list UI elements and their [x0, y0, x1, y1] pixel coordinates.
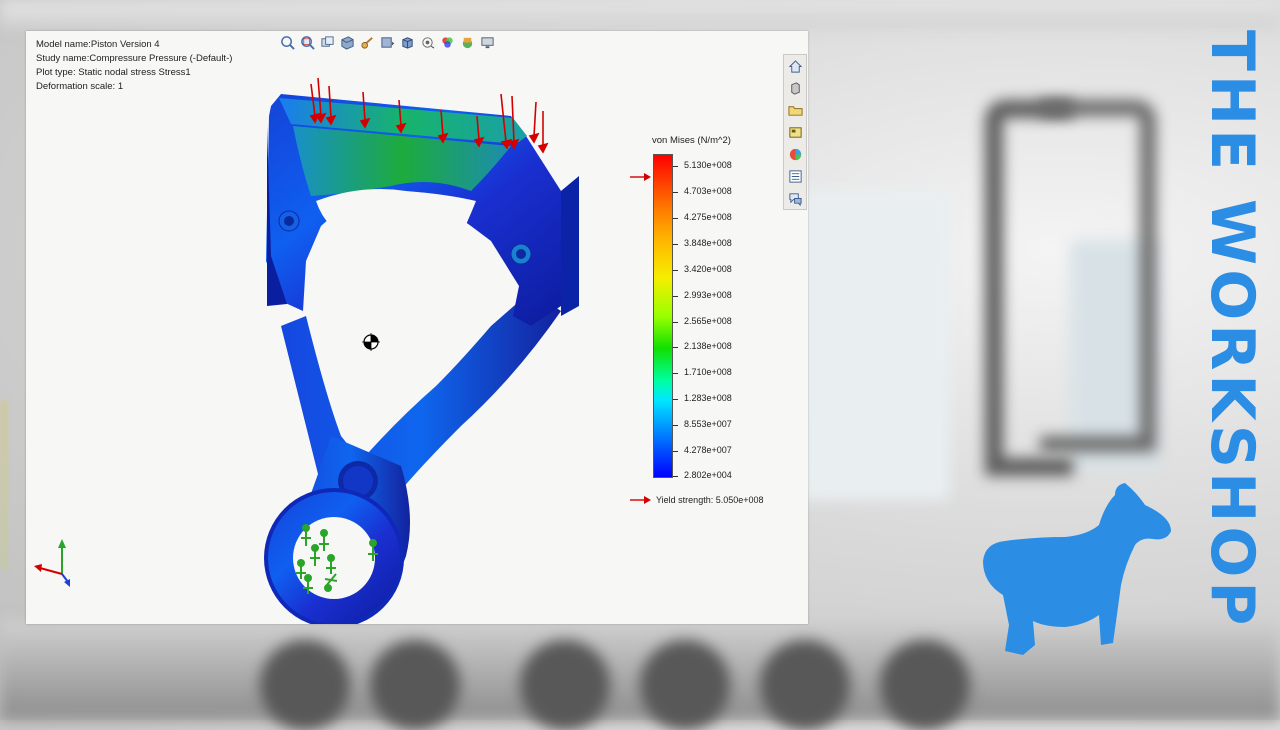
- legend-tick: 5.130e+008: [673, 160, 732, 170]
- appearances-icon[interactable]: [784, 143, 806, 165]
- yield-strength-label: Yield strength: 5.050e+008: [656, 495, 764, 505]
- background-frame: [1040, 100, 1156, 452]
- legend-tick: 2.802e+004: [673, 470, 732, 480]
- task-pane-tabs: [783, 54, 807, 210]
- horse-logo-icon: [983, 483, 1171, 655]
- plot-type-label: Plot type: Static nodal stress Stress1: [36, 67, 191, 78]
- simulation-viewport[interactable]: Model name:Piston Version 4 Study name:C…: [26, 31, 808, 624]
- view-settings-icon[interactable]: [459, 34, 476, 51]
- stress-color-bar: [653, 154, 673, 478]
- file-explorer-icon[interactable]: [784, 99, 806, 121]
- background-toolbar-strip: [0, 0, 1280, 28]
- background-edge: [0, 400, 8, 570]
- section-view-icon[interactable]: [339, 34, 356, 51]
- yield-strength-legend: Yield strength: 5.050e+008: [630, 495, 764, 505]
- previous-view-icon[interactable]: [319, 34, 336, 51]
- legend-tick: 3.848e+008: [673, 238, 732, 248]
- hide-show-icon[interactable]: [399, 34, 416, 51]
- study-name-label: Study name:Compressure Pressure (-Defaul…: [36, 53, 233, 64]
- monitor-icon[interactable]: [479, 34, 496, 51]
- study-info: Model name:Piston Version 4 Study name:C…: [36, 38, 232, 94]
- legend-tick: 2.565e+008: [673, 316, 732, 326]
- center-of-mass-icon: [362, 333, 380, 351]
- connecting-rod-stress-plot[interactable]: [231, 76, 601, 624]
- background-disc: [760, 640, 850, 730]
- custom-properties-icon[interactable]: [784, 165, 806, 187]
- home-icon[interactable]: [784, 55, 806, 77]
- heads-up-toolbar: [279, 34, 496, 51]
- legend-tick: 1.710e+008: [673, 367, 732, 377]
- legend-tick: 4.275e+008: [673, 212, 732, 222]
- legend-tick: 1.283e+008: [673, 393, 732, 403]
- brand-watermark: THE WORKSHOP: [1197, 30, 1267, 630]
- parts-icon[interactable]: [784, 77, 806, 99]
- edit-appearance-icon[interactable]: [419, 34, 436, 51]
- yield-marker-arrow-icon: [630, 173, 651, 181]
- legend-title: von Mises (N/m^2): [652, 135, 731, 146]
- legend-tick: 2.138e+008: [673, 341, 732, 351]
- background-disc: [520, 640, 610, 730]
- legend-tick: 4.703e+008: [673, 186, 732, 196]
- display-style-icon[interactable]: [379, 34, 396, 51]
- zoom-to-fit-icon[interactable]: [279, 34, 296, 51]
- background-disc: [880, 640, 970, 730]
- legend-tick: 8.553e+007: [673, 419, 732, 429]
- simulation-advisor-icon[interactable]: [784, 187, 806, 209]
- yield-arrow-icon: [630, 496, 651, 504]
- background-disc: [370, 640, 460, 730]
- view-palette-icon[interactable]: [784, 121, 806, 143]
- legend-tick: 3.420e+008: [673, 264, 732, 274]
- view-orientation-icon[interactable]: [359, 34, 376, 51]
- zoom-to-area-icon[interactable]: [299, 34, 316, 51]
- model-name-label: Model name:Piston Version 4: [36, 39, 160, 50]
- deformation-scale-label: Deformation scale: 1: [36, 81, 124, 92]
- background-block: [800, 190, 950, 500]
- legend-tick: 4.278e+007: [673, 445, 732, 455]
- background-disc: [640, 640, 730, 730]
- legend-tick: 2.993e+008: [673, 290, 732, 300]
- background-disc: [260, 640, 350, 730]
- reference-triad-icon: [34, 539, 70, 587]
- apply-scene-icon[interactable]: [439, 34, 456, 51]
